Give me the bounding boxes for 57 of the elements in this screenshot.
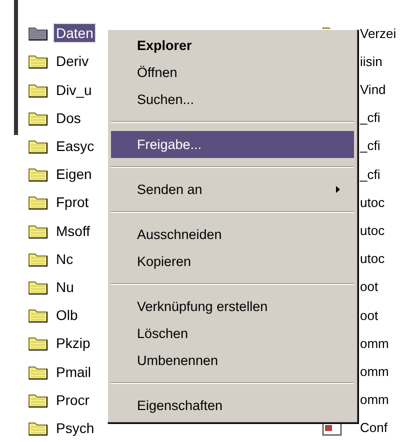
folder-icon [28, 110, 48, 126]
file-name[interactable]: oot [360, 279, 378, 294]
file-name[interactable]: Vind [360, 82, 386, 97]
folder-name[interactable]: Psych [54, 418, 96, 437]
folder-name[interactable]: Deriv [54, 52, 91, 70]
submenu-arrow-icon [336, 186, 340, 193]
folder-name[interactable]: Msoff [54, 222, 92, 240]
file-name[interactable]: iisin [360, 54, 382, 69]
folder-name[interactable]: Procr [54, 390, 92, 409]
file-name[interactable]: utoc [360, 223, 385, 238]
folder-name[interactable]: Nc [54, 250, 76, 268]
folder-name[interactable]: Dos [54, 108, 83, 127]
folder-name[interactable]: Olb [54, 306, 80, 324]
menu-item[interactable]: Öffnen [111, 59, 354, 86]
folder-icon [28, 307, 48, 324]
folder-icon [28, 53, 48, 70]
folder-icon [28, 138, 48, 154]
folder-name[interactable]: Nu [54, 278, 76, 296]
folder-name[interactable]: Daten [54, 24, 96, 42]
file-name[interactable]: oot [360, 308, 378, 323]
folder-icon [28, 194, 48, 210]
file-name[interactable]: utoc [360, 251, 385, 266]
menu-item[interactable]: Kopieren [111, 248, 354, 275]
folder-icon [28, 392, 48, 408]
folder-icon [28, 335, 48, 352]
folder-icon [28, 250, 48, 267]
folder-icon [28, 364, 48, 380]
menu-item[interactable]: Suchen... [111, 86, 354, 113]
folder-icon [28, 420, 48, 436]
file-name[interactable]: omm [360, 336, 389, 351]
file-name[interactable]: omm [360, 392, 389, 408]
folder-icon [28, 278, 48, 295]
file-name[interactable]: _cfi [360, 110, 380, 126]
file-name[interactable]: _cfi [360, 166, 380, 182]
folder-icon [28, 25, 48, 42]
folder-name[interactable]: Fprot [54, 193, 91, 212]
menu-item[interactable]: Löschen [111, 320, 354, 347]
folder-icon [28, 222, 48, 239]
folder-icon [28, 82, 48, 98]
file-name[interactable]: Conf [360, 420, 388, 436]
menu-item[interactable]: Verknüpfung erstellen [111, 293, 354, 320]
folder-name[interactable]: Pkzip [54, 334, 92, 352]
file-name[interactable]: omm [360, 364, 389, 380]
file-name[interactable]: Verzei [360, 26, 396, 41]
menu-item[interactable]: Freigabe... [111, 131, 354, 158]
file-name[interactable]: _cfi [360, 138, 380, 154]
menu-item[interactable]: Umbenennen [111, 347, 354, 374]
menu-item[interactable]: Explorer [111, 32, 354, 59]
folder-icon [28, 166, 48, 182]
menu-item[interactable]: Senden an [111, 176, 354, 203]
menu-item[interactable]: Ausschneiden [111, 221, 354, 248]
file-name[interactable]: utoc [360, 194, 385, 210]
folder-name[interactable]: Div_u [54, 80, 94, 98]
menu-item[interactable]: Eigenschaften [111, 392, 354, 419]
folder-name[interactable]: Eigen [54, 165, 94, 184]
folder-name[interactable]: Pmail [54, 362, 94, 381]
folder-name[interactable]: Easyc [54, 136, 96, 155]
